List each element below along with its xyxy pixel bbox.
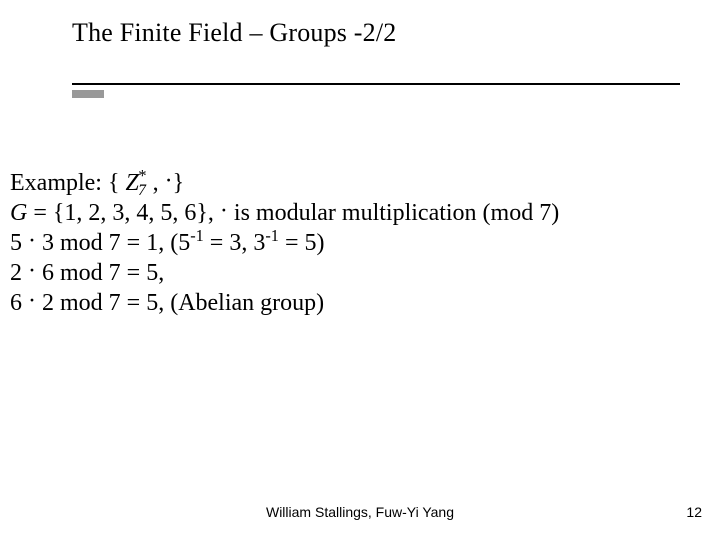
line3-pre: 5 bbox=[10, 230, 28, 256]
dot-icon: · bbox=[28, 228, 36, 254]
line3-mid: 3 mod 7 = 1, (5 bbox=[36, 230, 190, 256]
line5-pre: 6 bbox=[10, 290, 28, 316]
line4-post: 6 mod 7 = 5, bbox=[36, 260, 164, 286]
page-number: 12 bbox=[686, 504, 702, 520]
line1-pre: Example: { bbox=[10, 170, 126, 196]
line-2x6: 2 · 6 mod 7 = 5, bbox=[10, 258, 690, 288]
title-accent-square bbox=[72, 90, 104, 98]
dot-icon: · bbox=[165, 168, 173, 194]
line-g-set: G = {1, 2, 3, 4, 5, 6}, · is modular mul… bbox=[10, 198, 690, 228]
line2-post: is modular multiplication (mod 7) bbox=[228, 200, 559, 226]
line-example: Example: { Z7* , ·} bbox=[10, 168, 690, 198]
line1-post: } bbox=[173, 170, 185, 196]
dot-icon: · bbox=[220, 198, 228, 224]
z7-star: Z7* bbox=[126, 168, 147, 198]
dot-icon: · bbox=[28, 258, 36, 284]
title-rule bbox=[72, 83, 680, 85]
inverse-sup: -1 bbox=[265, 226, 279, 245]
g-letter: G bbox=[10, 200, 27, 226]
inverse-sup: -1 bbox=[190, 226, 204, 245]
z-sub: 7 bbox=[138, 182, 146, 199]
title-post: Groups -2/2 bbox=[263, 18, 397, 47]
line4-pre: 2 bbox=[10, 260, 28, 286]
title-pre: The Finite Field bbox=[72, 18, 249, 47]
line3-post: = 5) bbox=[279, 230, 325, 256]
z-sup: * bbox=[137, 166, 145, 185]
title-block: The Finite Field – Groups -2/2 bbox=[72, 18, 680, 85]
slide-title: The Finite Field – Groups -2/2 bbox=[72, 18, 680, 48]
dot-icon: · bbox=[28, 288, 36, 314]
line2-pre: = {1, 2, 3, 4, 5, 6}, bbox=[27, 200, 220, 226]
title-dash: – bbox=[249, 18, 262, 47]
line1-mid: , bbox=[147, 170, 165, 196]
line3-mid2: = 3, 3 bbox=[204, 230, 266, 256]
line-5x3: 5 · 3 mod 7 = 1, (5-1 = 3, 3-1 = 5) bbox=[10, 228, 690, 258]
body-block: Example: { Z7* , ·} G = {1, 2, 3, 4, 5, … bbox=[10, 168, 690, 318]
footer-credits: William Stallings, Fuw-Yi Yang bbox=[0, 504, 720, 520]
slide: The Finite Field – Groups -2/2 Example: … bbox=[0, 0, 720, 540]
line-6x2: 6 · 2 mod 7 = 5, (Abelian group) bbox=[10, 288, 690, 318]
line5-post: 2 mod 7 = 5, (Abelian group) bbox=[36, 290, 324, 316]
